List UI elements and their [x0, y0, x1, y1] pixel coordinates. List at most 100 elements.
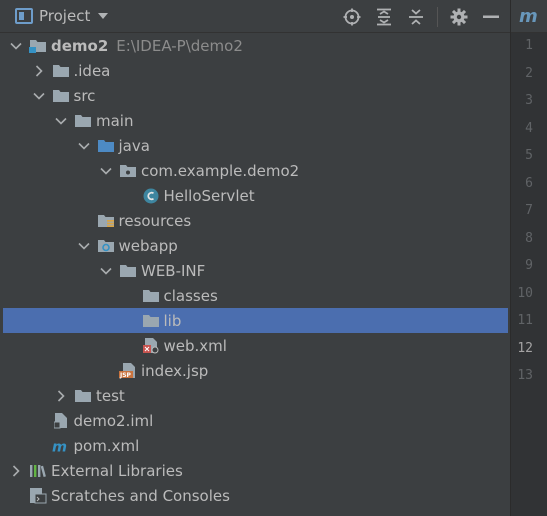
- tree-row-webapp[interactable]: webapp: [0, 233, 508, 258]
- chevron-right-icon[interactable]: [54, 389, 68, 403]
- chevron-down-icon[interactable]: [54, 114, 68, 128]
- tree-row-web-xml[interactable]: web.xml: [0, 333, 508, 358]
- folder-icon: [52, 63, 70, 79]
- line-number: 13: [517, 368, 533, 383]
- chevron-down-icon[interactable]: [9, 39, 23, 53]
- arrow-spacer: [77, 214, 91, 228]
- tree-row-pom-xml[interactable]: m pom.xml: [0, 433, 508, 458]
- arrow-spacer: [122, 314, 136, 328]
- tree-item-label: com.example.demo2: [141, 161, 300, 180]
- tree-row-classes[interactable]: classes: [0, 283, 508, 308]
- tree-item-label: java: [118, 136, 150, 155]
- module-folder-icon: [29, 38, 47, 54]
- tree-row-external-libraries[interactable]: External Libraries: [0, 458, 508, 483]
- tree-row-index-jsp[interactable]: JSP index.jsp: [0, 358, 508, 383]
- arrow-spacer: [9, 489, 23, 503]
- chevron-down-icon[interactable]: [99, 264, 113, 278]
- arrow-spacer: [122, 189, 136, 203]
- chevron-down-icon[interactable]: [99, 164, 113, 178]
- tree-row-src[interactable]: src: [0, 83, 508, 108]
- project-tree: demo2 E:\IDEA-P\demo2 .idea src main java com.…: [0, 33, 510, 516]
- expand-all-icon[interactable]: [371, 4, 397, 30]
- chevron-down-icon[interactable]: [32, 89, 46, 103]
- line-number: 6: [525, 175, 533, 191]
- package-icon: [119, 163, 137, 179]
- tree-item-label: demo2: [51, 36, 109, 55]
- tree-row-demo2[interactable]: demo2 E:\IDEA-P\demo2: [0, 33, 508, 58]
- folder-icon: [142, 313, 160, 329]
- line-number: 2: [525, 65, 533, 81]
- arrow-spacer: [32, 439, 46, 453]
- tree-row-helloservlet[interactable]: HelloServlet: [0, 183, 508, 208]
- maven-icon: m: [52, 438, 70, 454]
- tree-item-label: test: [96, 386, 125, 405]
- maven-tab-icon: m: [519, 5, 538, 27]
- svg-text:m: m: [52, 439, 67, 454]
- line-number: 9: [525, 258, 533, 273]
- project-panel-header: Project: [0, 0, 510, 33]
- line-number: 7: [525, 203, 533, 218]
- chevron-right-icon[interactable]: [9, 464, 23, 478]
- tree-item-label: index.jsp: [141, 361, 209, 380]
- folder-icon: [52, 88, 70, 104]
- editor-gutter: m 1 2 3 4 5 6 7 8 9 10 11 12 13: [510, 0, 547, 516]
- tree-row-demo2-iml[interactable]: demo2.iml: [0, 408, 508, 433]
- tree-item-label: External Libraries: [51, 461, 183, 480]
- tree-item-label: pom.xml: [73, 436, 140, 455]
- folder-icon: [119, 263, 137, 279]
- module-path: E:\IDEA-P\demo2: [116, 36, 243, 55]
- line-number: 12: [517, 340, 533, 356]
- tree-row-resources[interactable]: resources: [0, 208, 508, 233]
- tree-row-package[interactable]: com.example.demo2: [0, 158, 508, 183]
- line-number: 3: [525, 93, 533, 108]
- svg-text:JSP: JSP: [119, 372, 132, 379]
- line-number: 11: [517, 313, 533, 328]
- tree-item-label: HelloServlet: [163, 186, 255, 205]
- tree-row-lib[interactable]: lib: [3, 308, 508, 333]
- line-number: 10: [517, 285, 533, 301]
- line-number: 1: [525, 38, 533, 53]
- tree-item-label: WEB-INF: [141, 261, 206, 280]
- tree-item-label: webapp: [118, 236, 178, 255]
- hide-icon[interactable]: [478, 4, 504, 30]
- tree-row-scratches[interactable]: Scratches and Consoles: [0, 483, 508, 508]
- tree-item-label: .idea: [73, 61, 111, 80]
- tree-item-label: classes: [163, 286, 218, 305]
- scratches-icon: [29, 488, 47, 504]
- locate-icon[interactable]: [339, 4, 365, 30]
- chevron-right-icon[interactable]: [32, 64, 46, 78]
- folder-icon: [74, 113, 92, 129]
- chevron-down-icon[interactable]: [77, 139, 91, 153]
- tree-item-label: src: [73, 86, 96, 105]
- project-icon: [15, 8, 33, 24]
- folder-icon: [142, 288, 160, 304]
- collapse-all-icon[interactable]: [403, 4, 429, 30]
- chevron-down-icon[interactable]: [77, 239, 91, 253]
- chevron-down-icon: [98, 13, 109, 19]
- jsp-file-icon: JSP: [119, 363, 137, 379]
- tree-item-label: lib: [163, 311, 182, 330]
- web-folder-icon: [97, 238, 115, 254]
- arrow-spacer: [122, 339, 136, 353]
- source-folder-icon: [97, 138, 115, 154]
- arrow-spacer: [99, 364, 113, 378]
- tree-row-idea[interactable]: .idea: [0, 58, 508, 83]
- tree-row-java[interactable]: java: [0, 133, 508, 158]
- project-panel-title: Project: [39, 7, 91, 25]
- tree-row-test[interactable]: test: [0, 383, 508, 408]
- arrow-spacer: [122, 289, 136, 303]
- line-number: 4: [525, 120, 533, 136]
- gear-icon[interactable]: [446, 4, 472, 30]
- tree-item-label: demo2.iml: [73, 411, 154, 430]
- toolbar-separator: [437, 6, 438, 27]
- project-view-selector[interactable]: Project: [15, 7, 109, 25]
- panel-toolbar: [333, 0, 510, 33]
- tree-item-label: web.xml: [163, 336, 227, 355]
- editor-tab[interactable]: m: [511, 0, 547, 33]
- tree-item-label: Scratches and Consoles: [51, 486, 230, 505]
- xml-file-icon: [142, 338, 160, 354]
- tree-row-main[interactable]: main: [0, 108, 508, 133]
- folder-icon: [74, 388, 92, 404]
- libraries-icon: [29, 463, 47, 479]
- tree-row-web-inf[interactable]: WEB-INF: [0, 258, 508, 283]
